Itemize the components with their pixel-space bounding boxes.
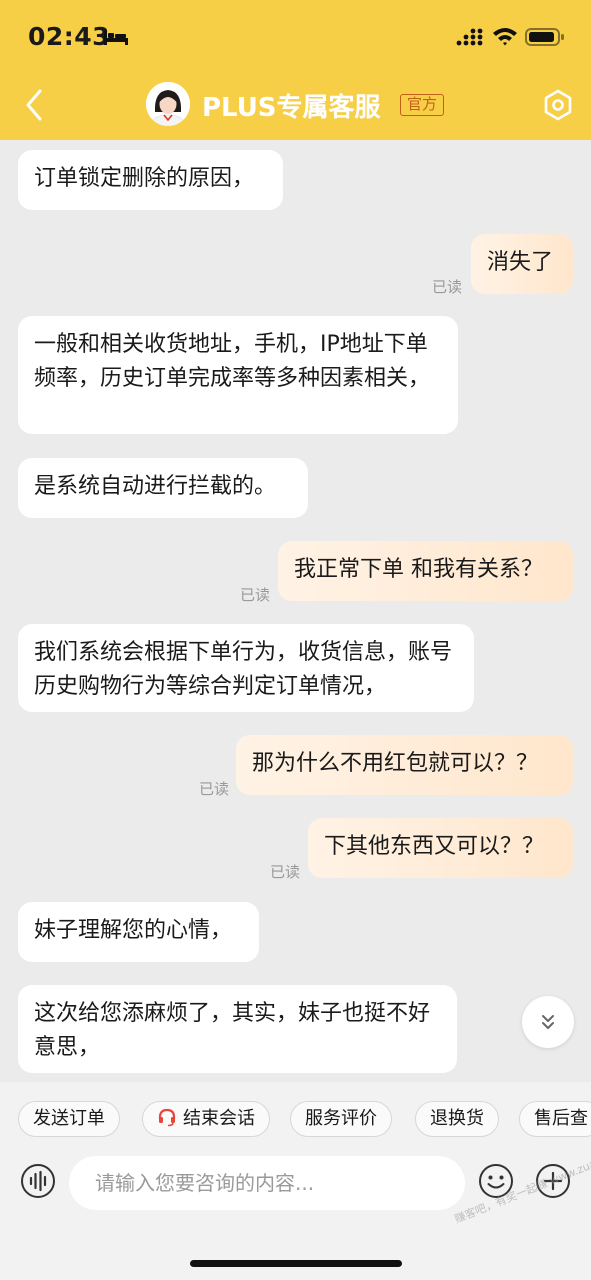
chip-label: 结束会话 (183, 1108, 255, 1129)
status-bar: 02:43 (0, 0, 591, 70)
scroll-to-bottom-button[interactable] (522, 996, 574, 1048)
service-rating-chip[interactable]: 服务评价 (290, 1101, 392, 1137)
message-input[interactable] (69, 1156, 465, 1210)
end-session-chip[interactable]: 结束会话 (142, 1101, 270, 1137)
quick-actions-bar[interactable]: 发送订单 结束会话 服务评价 退换货 售后查 (0, 1082, 591, 1150)
chip-label: 服务评价 (305, 1108, 377, 1129)
chip-label: 发送订单 (33, 1108, 105, 1129)
return-exchange-chip[interactable]: 退换货 (415, 1101, 499, 1137)
after-sales-chip[interactable]: 售后查 (519, 1101, 591, 1137)
read-receipt: 已读 (199, 780, 230, 798)
message-bubble: 我们系统会根据下单行为，收货信息，账号历史购物行为等综合判定订单情况， (18, 624, 474, 712)
agent-avatar (146, 82, 190, 126)
chat-area[interactable]: 订单锁定删除的原因， 消失了 已读 一般和相关收货地址，手机，IP地址下单频率，… (0, 140, 591, 1082)
home-indicator (190, 1260, 402, 1267)
message-bubble: 这次给您添麻烦了，其实，妹子也挺不好意思， (18, 985, 457, 1073)
send-order-chip[interactable]: 发送订单 (18, 1101, 120, 1137)
message-bubble: 下其他东西又可以？？ (308, 818, 573, 878)
message-bubble: 是系统自动进行拦截的。 (18, 458, 308, 518)
input-bar: 赚客吧，有奖一起赚 www.zuanke8.com (0, 1137, 591, 1280)
chip-label: 退换货 (430, 1108, 484, 1129)
message-bubble: 我正常下单 和我有关系？ (278, 541, 573, 601)
read-receipt: 已读 (432, 278, 463, 296)
headset-icon (158, 1108, 176, 1127)
message-bubble: 那为什么不用红包就可以？？ (236, 735, 573, 795)
settings-icon[interactable] (542, 88, 574, 122)
top-bar: 02:43 PLUS专属客服 官方 (0, 0, 591, 140)
status-time: 02:43 (28, 22, 111, 51)
voice-input-icon[interactable] (20, 1163, 56, 1199)
official-badge: 官方 (400, 94, 445, 116)
message-bubble: 订单锁定删除的原因， (18, 150, 283, 210)
chip-label: 售后查 (534, 1108, 588, 1129)
wifi-icon (493, 28, 517, 46)
message-bubble: 妹子理解您的心情， (18, 902, 259, 962)
page-title: PLUS专属客服 (202, 93, 381, 123)
read-receipt: 已读 (270, 863, 301, 881)
sleep-mode-icon (104, 30, 128, 45)
back-icon[interactable] (22, 88, 48, 122)
read-receipt: 已读 (240, 586, 271, 604)
cellular-signal-icon (456, 28, 483, 46)
battery-icon (525, 28, 564, 46)
message-bubble: 消失了 (471, 234, 573, 294)
double-chevron-down-icon (542, 1015, 554, 1029)
message-bubble: 一般和相关收货地址，手机，IP地址下单频率，历史订单完成率等多种因素相关， (18, 316, 458, 434)
